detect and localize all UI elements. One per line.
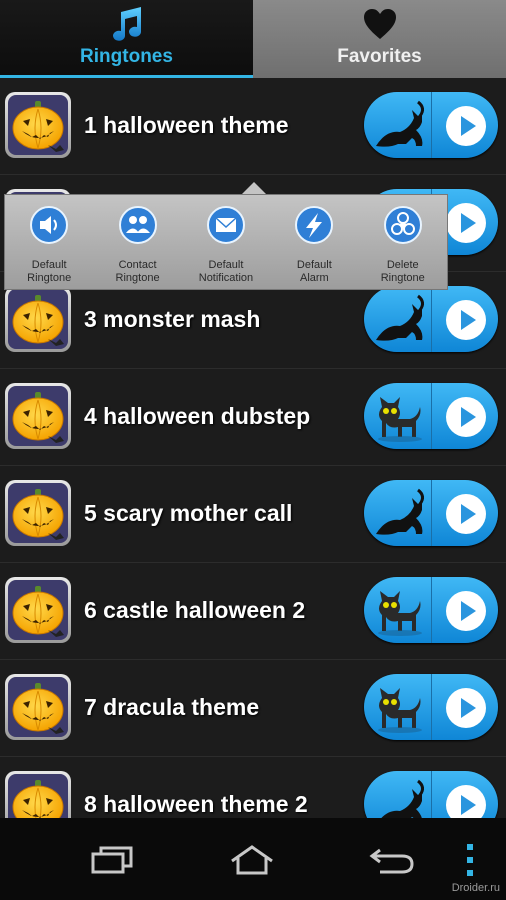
set-contact-ringtone-button[interactable]: Contact Ringtone [95,195,181,285]
play-button[interactable] [364,674,498,740]
ringtone-action-menu: Default Ringtone Contact Ringtone Default N… [4,194,448,290]
lightning-icon [295,206,334,244]
cat-icon [378,688,422,733]
ringtone-title: 3 monster mash [84,306,261,332]
play-button[interactable] [364,383,498,449]
tab-bar: Ringtones Favorites [0,0,506,78]
set-default-ringtone-button[interactable]: Default Ringtone [6,195,92,285]
tab-favorites-label: Favorites [337,46,422,67]
play-button[interactable] [364,480,498,546]
play-button[interactable] [364,92,498,158]
pumpkin-thumbnail [5,771,71,818]
ringtone-title: 1 halloween theme [84,112,289,138]
pumpkin-thumbnail [5,577,71,643]
pumpkin-thumbnail [5,92,71,158]
list-item[interactable]: 6 castle halloween 2 [0,563,506,660]
play-icon [446,300,486,340]
play-icon [446,591,486,631]
pumpkin-thumbnail [5,286,71,352]
envelope-icon [206,206,245,244]
list-item[interactable]: 5 scary mother call [0,466,506,563]
contacts-icon [118,206,157,244]
play-button[interactable] [364,771,498,818]
pumpkin-thumbnail [5,674,71,740]
menu-label-line1: Default [31,259,67,271]
cat-icon [376,488,425,535]
menu-label-line1: Default [296,259,332,271]
menu-label-line2: Notification [198,272,254,284]
tab-ringtones[interactable]: Ringtones [0,0,253,78]
cat-icon [376,294,425,341]
cat-icon [376,100,425,147]
list-item[interactable]: 7 dracula theme [0,660,506,757]
music-note-icon [0,2,253,46]
play-button[interactable] [364,286,498,352]
tab-favorites[interactable]: Favorites [253,0,506,78]
play-icon [446,785,486,818]
menu-label-line2: Ringtone [27,272,72,284]
menu-label-line1: Delete [386,259,419,271]
back-icon[interactable] [362,842,422,878]
watermark: Droider.ru [451,882,500,894]
system-nav-bar: Droider.ru [0,818,506,900]
play-icon [446,397,486,437]
menu-label-line2: Ringtone [115,272,160,284]
list-item[interactable]: 1 halloween theme [0,78,506,175]
ringtone-title: 5 scary mother call [84,500,293,526]
play-button[interactable] [364,577,498,643]
list-item[interactable]: 8 halloween theme 2 [0,757,506,818]
play-icon [446,106,486,146]
menu-label-line2: Alarm [299,272,329,284]
speaker-icon [30,206,69,244]
play-icon [446,203,486,243]
cat-icon [378,397,422,442]
set-default-alarm-button[interactable]: Default Alarm [271,195,357,285]
pumpkin-thumbnail [5,383,71,449]
delete-ringtone-button[interactable]: Delete Ringtone [360,195,446,285]
set-default-notification-button[interactable]: Default Notification [183,195,269,285]
tab-ringtones-label: Ringtones [80,46,173,67]
recent-apps-icon[interactable] [82,842,142,878]
menu-label-line2: Ringtone [380,272,425,284]
play-icon [446,494,486,534]
popup-arrow [242,182,266,194]
ringtone-title: 4 halloween dubstep [84,403,311,429]
ringtone-title: 8 halloween theme 2 [84,791,308,817]
list-item[interactable]: 4 halloween dubstep [0,369,506,466]
home-icon[interactable] [222,842,282,878]
pumpkin-thumbnail [5,480,71,546]
menu-label-line1: Default [208,259,244,271]
heart-icon [253,2,506,46]
cat-icon [378,591,422,636]
ringtone-title: 7 dracula theme [84,694,260,720]
overflow-menu-icon[interactable] [450,842,490,878]
cat-icon [381,779,425,818]
biohazard-icon [383,206,422,244]
play-icon [446,688,486,728]
menu-label-line1: Contact [118,259,157,271]
ringtone-title: 6 castle halloween 2 [84,597,306,623]
